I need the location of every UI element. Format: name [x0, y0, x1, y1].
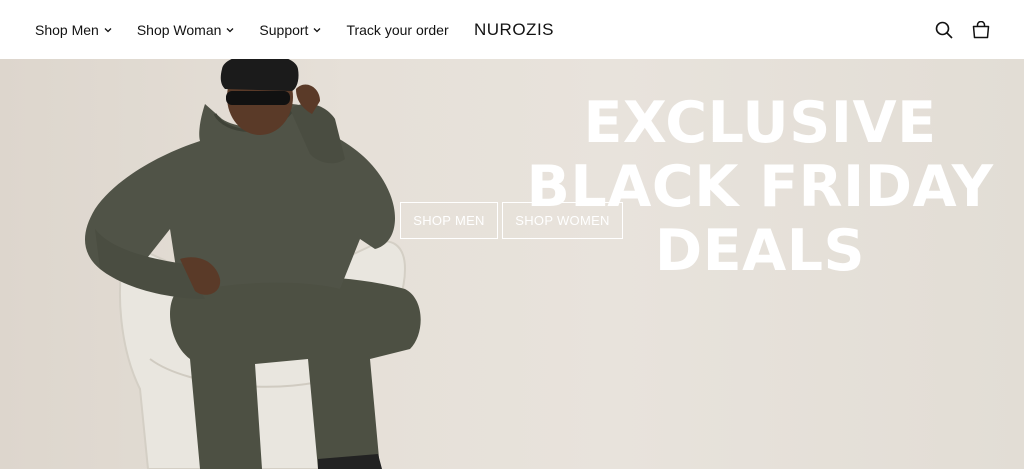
nav-support-label: Support: [259, 21, 309, 38]
nav-support[interactable]: Support: [259, 22, 322, 38]
site-header: Shop Men Shop Woman Support Track your o…: [0, 0, 1024, 59]
sunglasses: [226, 91, 290, 105]
nav-track-order-label: Track your order: [346, 21, 449, 38]
nav-shop-men-label: Shop Men: [35, 21, 99, 38]
chevron-down-icon: [104, 27, 112, 32]
hero-banner: EXCLUSIVE BLACK FRIDAY DEALS SHOP MEN SH…: [0, 59, 1024, 469]
nav-track-order[interactable]: Track your order: [346, 22, 448, 38]
search-button[interactable]: [933, 19, 955, 41]
search-icon: [935, 21, 953, 39]
nav-shop-woman[interactable]: Shop Woman: [137, 22, 236, 38]
site-logo[interactable]: NUROZIS: [474, 0, 554, 59]
chevron-down-icon: [226, 27, 234, 32]
cap: [220, 59, 299, 91]
chevron-down-icon: [313, 27, 321, 32]
nav-shop-men[interactable]: Shop Men: [35, 22, 113, 38]
shop-men-button[interactable]: SHOP MEN: [400, 202, 498, 239]
hero-headline-line1: EXCLUSIVE: [583, 90, 937, 156]
cart-icon: [972, 20, 990, 38]
header-icons: [918, 0, 992, 59]
shop-women-button[interactable]: SHOP WOMEN: [502, 202, 623, 239]
cart-button[interactable]: [970, 19, 992, 41]
main-nav: Shop Men Shop Woman Support Track your o…: [35, 0, 473, 59]
nav-shop-woman-label: Shop Woman: [136, 21, 222, 38]
hero-headline: EXCLUSIVE BLACK FRIDAY DEALS: [520, 91, 1000, 283]
